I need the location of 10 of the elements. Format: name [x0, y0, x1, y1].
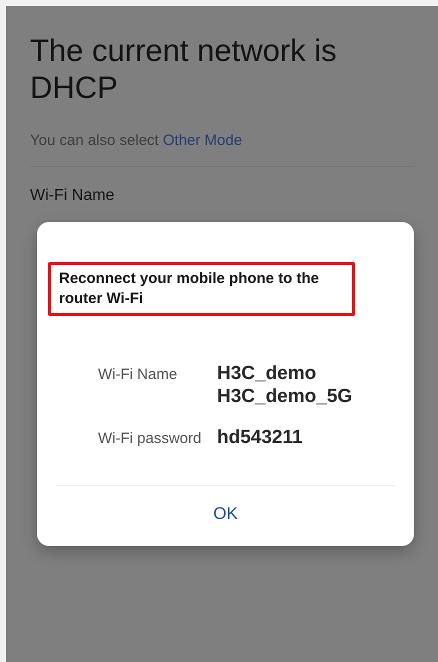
page-title: The current network is DHCP: [30, 32, 338, 106]
dialog-title: Reconnect your mobile phone to the router Wi-Fi: [48, 262, 355, 316]
info-value: hd543211: [217, 426, 303, 449]
info-value: H3C_demo: [217, 362, 318, 385]
info-value: H3C_demo_5G: [217, 385, 352, 408]
info-label: Wi-Fi password: [98, 429, 202, 447]
info-label: Wi-Fi Name: [98, 365, 178, 383]
field-label: Wi-Fi Name: [30, 187, 116, 205]
ok-button[interactable]: OK: [193, 496, 258, 532]
mode-hint: You can also select Other Mode: [30, 132, 244, 149]
